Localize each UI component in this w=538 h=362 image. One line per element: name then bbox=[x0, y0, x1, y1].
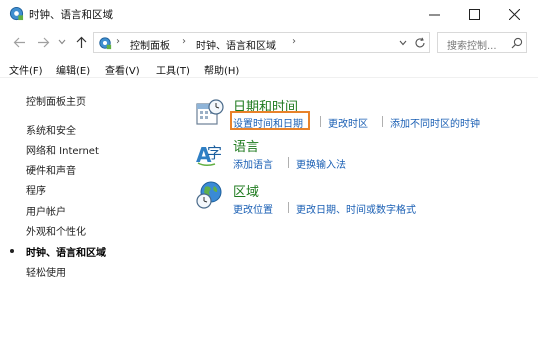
sidebar: 控制面板主页 系统和安全 网络和 Internet 硬件和声音 程序 用户帐户 … bbox=[0, 80, 180, 362]
arrow-left-icon bbox=[13, 37, 25, 47]
sidebar-item-user-accounts[interactable]: 用户帐户 bbox=[26, 203, 66, 218]
menu-tools[interactable]: 工具(T) bbox=[156, 62, 190, 77]
sidebar-item-ease-of-access[interactable]: 轻松使用 bbox=[26, 264, 66, 279]
chevron-down-icon bbox=[58, 39, 66, 45]
chevron-right-icon[interactable]: › bbox=[116, 36, 120, 47]
link-add-clocks[interactable]: 添加不同时区的时钟 bbox=[390, 115, 480, 130]
up-button[interactable] bbox=[73, 34, 89, 50]
menu-help[interactable]: 帮助(H) bbox=[204, 62, 239, 77]
sidebar-item-programs[interactable]: 程序 bbox=[26, 182, 46, 197]
breadcrumb-clock-language-region[interactable]: 时钟、语言和区域 bbox=[196, 37, 276, 52]
sidebar-item-appearance[interactable]: 外观和个性化 bbox=[26, 223, 86, 238]
recent-locations-button[interactable] bbox=[57, 34, 67, 50]
navigation-bar: › 控制面板 › 时钟、语言和区域 › 搜索控制... bbox=[0, 28, 538, 56]
sidebar-item-hardware-sound[interactable]: 硬件和声音 bbox=[26, 162, 76, 177]
close-button[interactable] bbox=[494, 0, 534, 28]
maximize-icon bbox=[468, 8, 480, 20]
link-separator bbox=[382, 116, 383, 127]
link-separator bbox=[288, 157, 289, 168]
menu-edit[interactable]: 编辑(E) bbox=[56, 62, 90, 77]
control-panel-icon bbox=[9, 6, 24, 21]
address-bar[interactable]: › 控制面板 › 时钟、语言和区域 › bbox=[93, 32, 430, 53]
link-change-time-zone[interactable]: 更改时区 bbox=[328, 115, 368, 130]
link-change-location[interactable]: 更改位置 bbox=[233, 201, 273, 216]
minimize-icon bbox=[428, 14, 440, 15]
arrow-right-icon bbox=[37, 37, 49, 47]
highlight-box bbox=[230, 111, 310, 130]
sidebar-item-system-security[interactable]: 系统和安全 bbox=[26, 122, 76, 137]
menu-file[interactable]: 文件(F) bbox=[9, 62, 43, 77]
refresh-button[interactable] bbox=[412, 35, 427, 50]
globe-clock-icon[interactable] bbox=[195, 180, 225, 210]
back-button[interactable] bbox=[11, 34, 27, 50]
sidebar-item-home[interactable]: 控制面板主页 bbox=[26, 93, 86, 108]
category-title-language[interactable]: 语言 bbox=[233, 136, 259, 155]
link-separator bbox=[320, 116, 321, 127]
chevron-down-icon bbox=[399, 40, 407, 46]
search-icon[interactable] bbox=[511, 37, 523, 49]
chevron-right-icon[interactable]: › bbox=[292, 36, 296, 47]
search-placeholder: 搜索控制... bbox=[447, 41, 497, 52]
sidebar-item-clock-language-region[interactable]: 时钟、语言和区域 bbox=[26, 244, 106, 259]
category-title-region[interactable]: 区域 bbox=[233, 181, 259, 200]
forward-button[interactable] bbox=[35, 34, 51, 50]
svg-text:字: 字 bbox=[207, 144, 222, 162]
link-add-language[interactable]: 添加语言 bbox=[233, 156, 273, 171]
refresh-icon bbox=[415, 37, 425, 48]
menu-bar: 文件(F) 编辑(E) 查看(V) 工具(T) 帮助(H) bbox=[0, 58, 538, 78]
close-icon bbox=[508, 8, 520, 20]
minimize-button[interactable] bbox=[414, 0, 454, 28]
language-icon[interactable]: A 字 bbox=[195, 138, 225, 168]
current-item-bullet bbox=[10, 249, 14, 253]
maximize-button[interactable] bbox=[454, 0, 494, 28]
control-panel-icon bbox=[99, 37, 112, 50]
search-input[interactable]: 搜索控制... bbox=[437, 32, 527, 53]
address-dropdown-button[interactable] bbox=[397, 36, 409, 50]
breadcrumb-control-panel[interactable]: 控制面板 bbox=[130, 37, 170, 52]
link-change-date-time-number-format[interactable]: 更改日期、时间或数字格式 bbox=[296, 201, 416, 216]
chevron-right-icon[interactable]: › bbox=[182, 36, 186, 47]
link-change-input-method[interactable]: 更换输入法 bbox=[296, 156, 346, 171]
calendar-clock-icon[interactable] bbox=[195, 98, 225, 128]
title-bar: 时钟、语言和区域 bbox=[0, 0, 538, 28]
link-separator bbox=[288, 202, 289, 213]
window-title: 时钟、语言和区域 bbox=[29, 9, 113, 21]
menu-view[interactable]: 查看(V) bbox=[105, 62, 140, 77]
arrow-up-icon bbox=[76, 36, 86, 48]
sidebar-item-network[interactable]: 网络和 Internet bbox=[26, 142, 99, 157]
